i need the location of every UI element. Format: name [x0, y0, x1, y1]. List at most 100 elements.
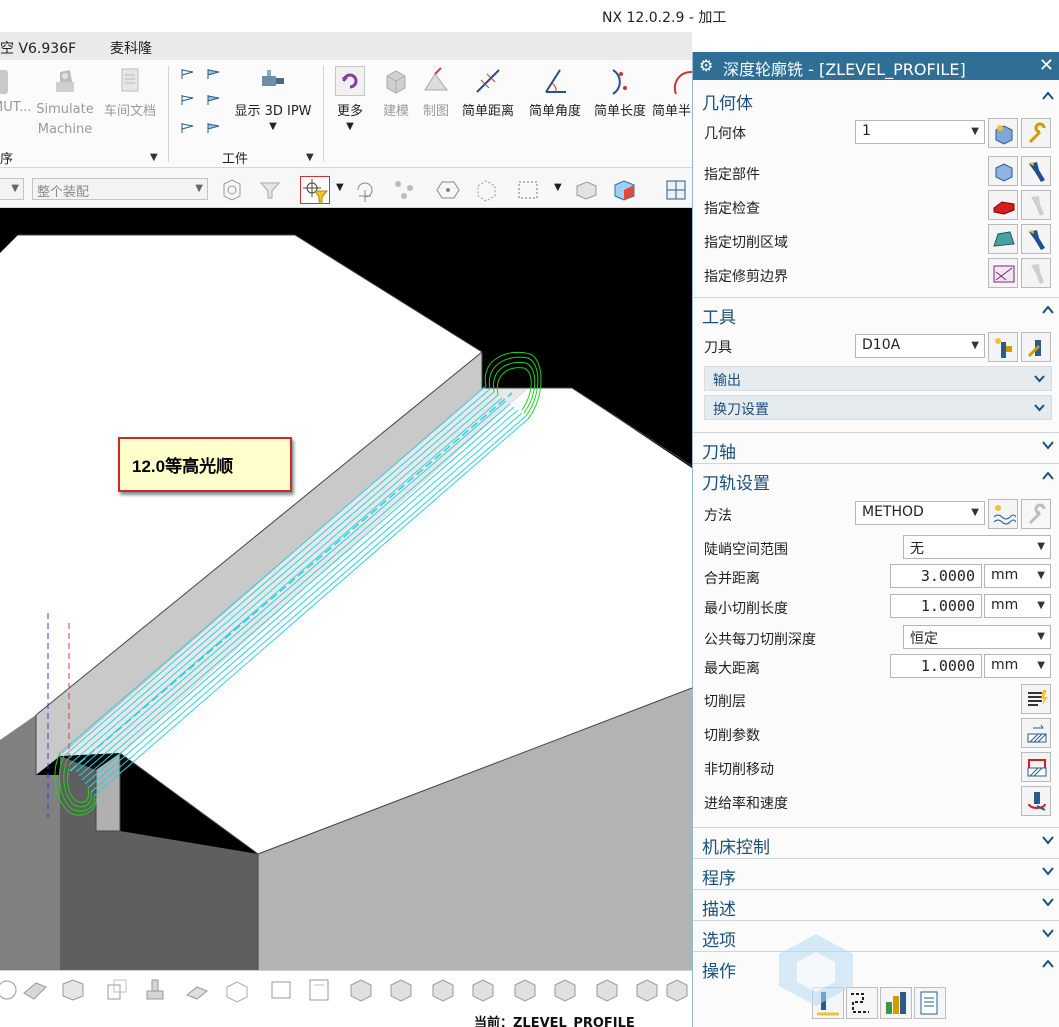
- group-dropdown-arrow[interactable]: ▼: [306, 152, 314, 163]
- drafting-button[interactable]: 制图: [416, 66, 456, 119]
- shaded-box-icon[interactable]: [574, 178, 598, 202]
- hexagon-icon[interactable]: [436, 178, 460, 202]
- view-cube-icon[interactable]: [552, 977, 578, 1003]
- new-tool-button[interactable]: [988, 332, 1018, 362]
- min-cut-length-input[interactable]: 1.0000: [890, 594, 982, 618]
- edit-tool-button[interactable]: [1021, 332, 1051, 362]
- specify-trim-button[interactable]: [988, 258, 1018, 288]
- specify-check-button[interactable]: [988, 190, 1018, 220]
- edit-method-button[interactable]: [1021, 499, 1051, 529]
- display-cut-area-button[interactable]: [1021, 224, 1051, 254]
- more-button[interactable]: 更多 ▼: [330, 66, 370, 132]
- assembly-scope-combo[interactable]: 整个装配 ▼: [32, 178, 208, 200]
- view-bottom-icon[interactable]: [306, 977, 332, 1003]
- small-flag-icon[interactable]: [180, 122, 196, 134]
- rotate-icon[interactable]: [352, 178, 376, 202]
- rectangle-select-icon[interactable]: [516, 178, 540, 202]
- tool-change-subsection[interactable]: 换刀设置: [704, 395, 1052, 420]
- gear-icon[interactable]: ⚙: [699, 56, 713, 75]
- simple-radius-button[interactable]: 简单半: [652, 66, 692, 119]
- geometry-select[interactable]: 1 ▼: [855, 120, 985, 144]
- filter-funnel-icon[interactable]: [258, 178, 282, 202]
- simulate-machine-button[interactable]: Simulate Machine: [34, 66, 96, 140]
- select-dropdown-arrow[interactable]: ▼: [554, 182, 562, 193]
- max-distance-unit[interactable]: mm ▼: [984, 654, 1051, 678]
- min-cut-length-unit[interactable]: mm ▼: [984, 594, 1051, 618]
- section-path-settings[interactable]: 刀轨设置: [693, 463, 1059, 494]
- modeling-button[interactable]: 建模: [376, 66, 416, 119]
- group-dropdown-arrow[interactable]: ▼: [150, 152, 158, 163]
- specify-part-button[interactable]: [988, 156, 1018, 186]
- wire-cube-icon[interactable]: [474, 178, 498, 202]
- snap-dropdown-arrow[interactable]: ▼: [336, 182, 344, 193]
- menu-item-maikelong[interactable]: 麦科隆: [110, 38, 152, 58]
- steep-range-select[interactable]: 无 ▼: [903, 535, 1051, 559]
- section-description[interactable]: 描述: [693, 889, 1059, 920]
- layout-icon[interactable]: [664, 178, 688, 202]
- view-top-icon[interactable]: [142, 977, 168, 1003]
- view-shaded-icon[interactable]: [22, 977, 48, 1003]
- snap-filter-button[interactable]: [300, 176, 330, 204]
- display-trim-button[interactable]: [1021, 258, 1051, 288]
- small-flag-icon[interactable]: [180, 68, 196, 80]
- view-icon[interactable]: [0, 977, 20, 1003]
- new-geometry-button[interactable]: [988, 118, 1018, 148]
- view-cube-icon[interactable]: [594, 977, 620, 1003]
- display-part-button[interactable]: [1021, 156, 1051, 186]
- view-cube-icon[interactable]: [634, 977, 660, 1003]
- section-machine-control[interactable]: 机床控制: [693, 827, 1059, 858]
- non-cut-moves-button[interactable]: [1021, 752, 1051, 782]
- view-cube-icon[interactable]: [348, 977, 374, 1003]
- display-check-button[interactable]: [1021, 190, 1051, 220]
- shop-doc-button[interactable]: 车间文档: [100, 66, 160, 119]
- merge-distance-unit[interactable]: mm ▼: [984, 564, 1051, 588]
- view-cube-icon[interactable]: [388, 977, 414, 1003]
- depth-per-cut-select[interactable]: 恒定 ▼: [903, 625, 1051, 649]
- verify-button[interactable]: [880, 987, 912, 1019]
- view-front-icon[interactable]: [104, 977, 130, 1003]
- section-tool-axis[interactable]: 刀轴: [693, 432, 1059, 463]
- cut-levels-button[interactable]: [1021, 684, 1051, 714]
- method-select[interactable]: METHOD ▼: [855, 501, 985, 525]
- merge-distance-input[interactable]: 3.0000: [890, 564, 982, 588]
- edit-geometry-button[interactable]: [1021, 118, 1051, 148]
- view-right-icon[interactable]: [184, 977, 210, 1003]
- cut-params-button[interactable]: [1021, 718, 1051, 748]
- small-flag-icon[interactable]: [206, 68, 222, 80]
- section-program[interactable]: 程序: [693, 858, 1059, 889]
- view-iso-icon[interactable]: [60, 977, 86, 1003]
- show-3d-ipw-button[interactable]: 显示 3D IPW ▼: [228, 66, 318, 132]
- view-cube-icon[interactable]: [470, 977, 496, 1003]
- view-cube-icon[interactable]: [612, 178, 636, 202]
- small-flag-icon[interactable]: [206, 94, 222, 106]
- new-method-button[interactable]: [988, 499, 1018, 529]
- select-components-icon[interactable]: [220, 178, 244, 202]
- specify-cut-area-button[interactable]: [988, 224, 1018, 254]
- feeds-speeds-button[interactable]: [1021, 786, 1051, 816]
- view-back-icon[interactable]: [268, 977, 294, 1003]
- small-flag-icon[interactable]: [206, 122, 222, 134]
- graphics-viewport[interactable]: 12.0等高光顺: [0, 208, 692, 970]
- assembly-tree-icon[interactable]: [392, 178, 416, 202]
- geometry-value: 1: [862, 123, 871, 139]
- section-geometry[interactable]: 几何体: [693, 84, 1059, 114]
- small-flag-icon[interactable]: [180, 94, 196, 106]
- section-options[interactable]: 选项: [693, 920, 1059, 951]
- simple-distance-button[interactable]: 简单距离: [456, 66, 520, 119]
- view-left-icon[interactable]: [224, 977, 250, 1003]
- list-button[interactable]: [914, 987, 946, 1019]
- view-cube-icon[interactable]: [512, 977, 538, 1003]
- mut-button[interactable]: MUT...: [0, 66, 32, 115]
- max-distance-input[interactable]: 1.0000: [890, 654, 982, 678]
- section-tool[interactable]: 工具: [693, 297, 1059, 328]
- menu-item-version[interactable]: 空 V6.936F: [0, 38, 76, 58]
- simple-length-button[interactable]: 简单长度: [588, 66, 652, 119]
- simple-angle-button[interactable]: 简单角度: [523, 66, 587, 119]
- output-subsection[interactable]: 输出: [704, 366, 1052, 391]
- view-cube-icon[interactable]: [664, 977, 690, 1003]
- close-icon[interactable]: ✕: [1039, 55, 1054, 76]
- tool-select[interactable]: D10A ▼: [855, 334, 985, 358]
- filter-combo[interactable]: ▼: [0, 178, 24, 200]
- section-actions[interactable]: 操作: [693, 951, 1059, 982]
- view-cube-icon[interactable]: [430, 977, 456, 1003]
